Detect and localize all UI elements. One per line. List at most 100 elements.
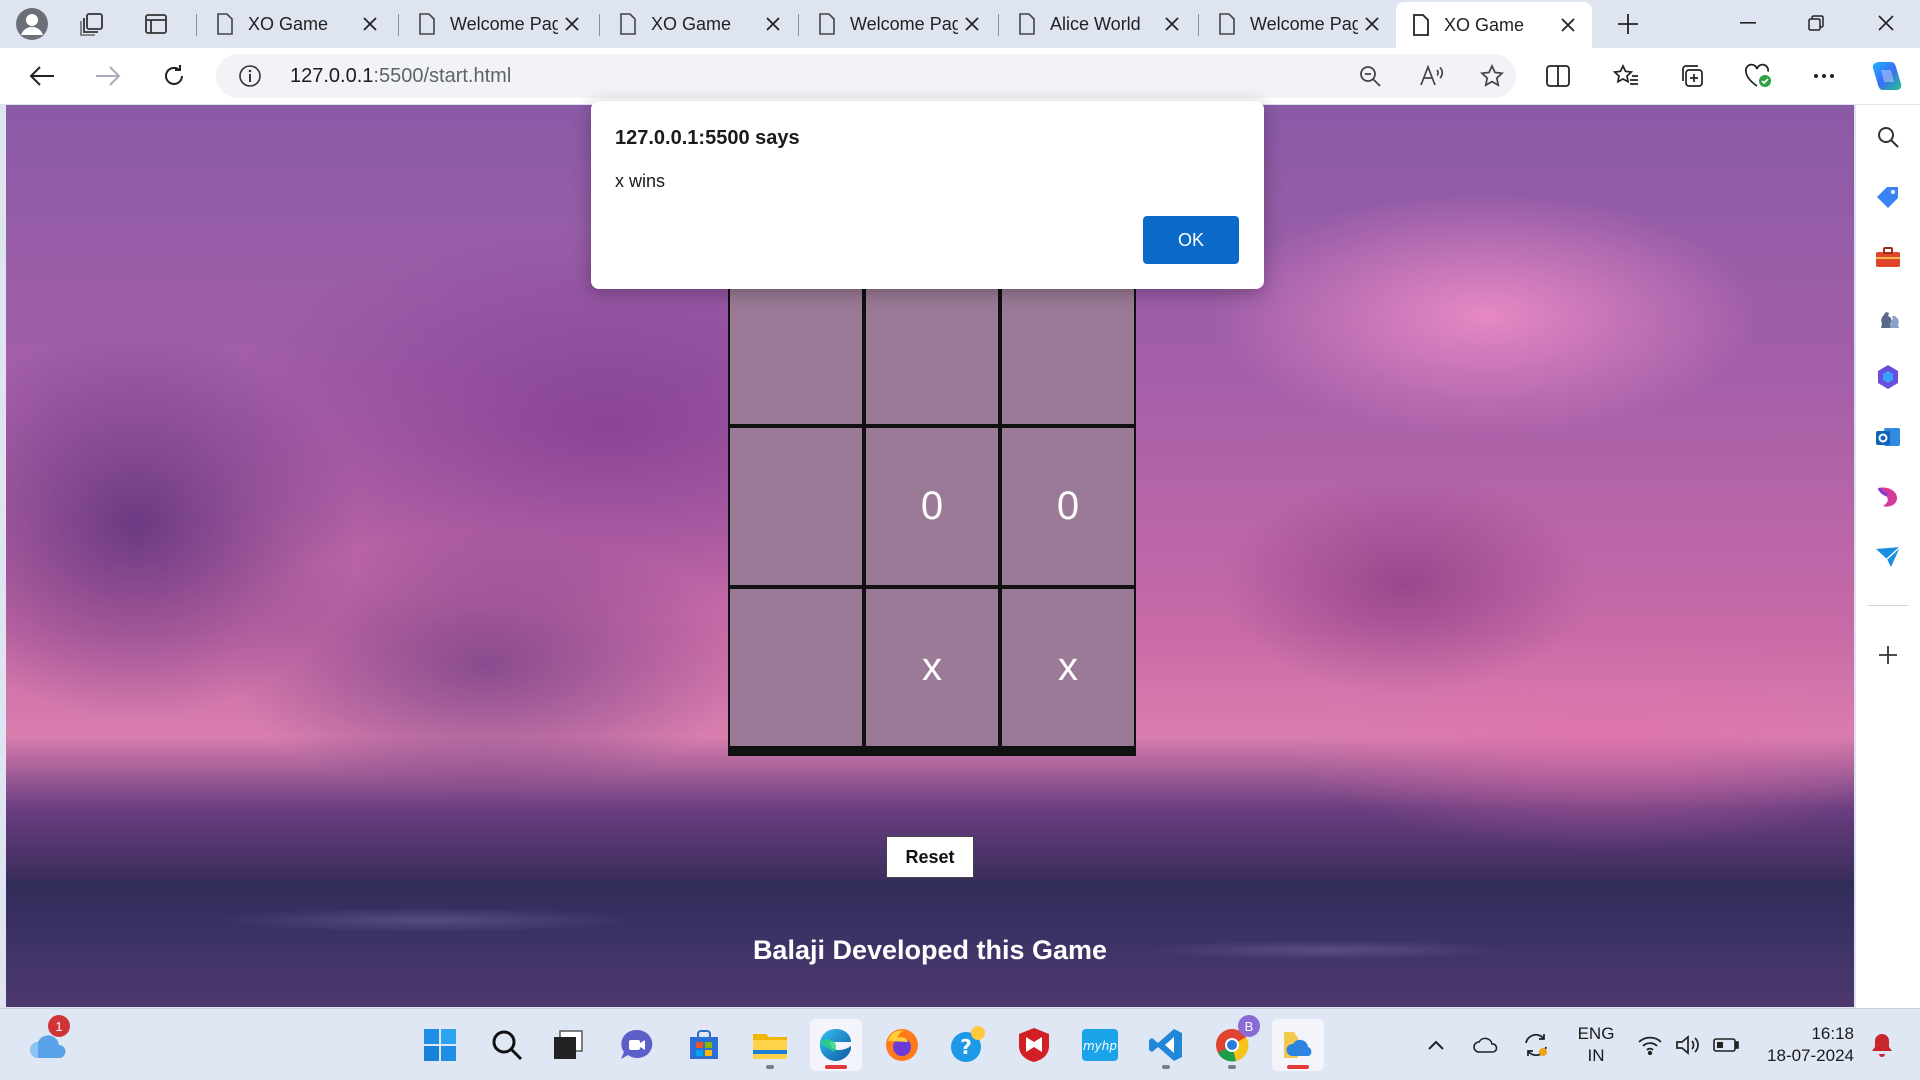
profile-icon[interactable] bbox=[14, 6, 50, 42]
xo-board: 0 0 x x bbox=[728, 265, 1136, 756]
wifi-icon[interactable] bbox=[1630, 1019, 1670, 1071]
workspaces-icon[interactable] bbox=[74, 6, 110, 42]
board-cell-7[interactable] bbox=[730, 589, 862, 746]
read-aloud-icon[interactable] bbox=[1416, 60, 1448, 92]
forward-icon[interactable] bbox=[88, 56, 128, 96]
tab-separator bbox=[599, 14, 600, 36]
sidebar-m365-icon[interactable] bbox=[1868, 357, 1908, 397]
tab-xo-game-active[interactable]: XO Game bbox=[1396, 2, 1592, 48]
taskbar: 1 ? myhp B ENG IN 16:18 18-07-2024 bbox=[0, 1008, 1920, 1080]
mcafee-icon[interactable] bbox=[1008, 1019, 1060, 1071]
tab-xo-game-1[interactable]: XO Game bbox=[200, 4, 394, 44]
edge-taskbar-icon[interactable] bbox=[810, 1019, 862, 1071]
close-tab-icon[interactable] bbox=[1358, 10, 1386, 38]
firefox-icon[interactable] bbox=[876, 1019, 928, 1071]
vscode-icon[interactable] bbox=[1140, 1019, 1192, 1071]
url-path: :5500/start.html bbox=[373, 65, 512, 87]
board-cell-4[interactable] bbox=[730, 428, 862, 585]
microsoft-store-icon[interactable] bbox=[678, 1019, 730, 1071]
favorite-star-icon[interactable] bbox=[1476, 60, 1508, 92]
favorites-icon[interactable] bbox=[1606, 56, 1646, 96]
board-cell-2[interactable] bbox=[866, 267, 998, 424]
tab-separator bbox=[798, 14, 799, 36]
taskbar-search-icon[interactable] bbox=[481, 1019, 533, 1071]
close-tab-icon[interactable] bbox=[1554, 11, 1582, 39]
file-explorer-icon[interactable] bbox=[744, 1019, 796, 1071]
input-language-indicator[interactable]: ENG IN bbox=[1572, 1023, 1620, 1067]
refresh-icon[interactable] bbox=[154, 56, 194, 96]
close-window-icon[interactable] bbox=[1852, 0, 1920, 46]
get-help-icon[interactable]: ? bbox=[942, 1019, 994, 1071]
tab-welcome-page-1[interactable]: Welcome Page bbox=[402, 4, 596, 44]
site-info-icon[interactable] bbox=[238, 64, 262, 88]
sidebar-games-icon[interactable] bbox=[1868, 297, 1908, 337]
volume-icon[interactable] bbox=[1668, 1019, 1708, 1071]
new-tab-icon[interactable] bbox=[1610, 6, 1646, 42]
tab-welcome-page-3[interactable]: Welcome Page bbox=[1202, 4, 1396, 44]
battery-icon[interactable] bbox=[1706, 1019, 1746, 1071]
clock[interactable]: 16:18 18-07-2024 bbox=[1756, 1023, 1854, 1067]
url-text[interactable]: 127.0.0.1:5500/start.html bbox=[290, 65, 511, 88]
close-tab-icon[interactable] bbox=[759, 10, 787, 38]
sidebar-separator bbox=[1868, 605, 1908, 606]
chrome-icon[interactable]: B bbox=[1206, 1015, 1260, 1071]
sidebar-outlook-icon[interactable] bbox=[1868, 417, 1908, 457]
sidebar-search-icon[interactable] bbox=[1868, 117, 1908, 157]
sidebar-add-icon[interactable] bbox=[1868, 635, 1908, 675]
url-host: 127.0.0.1 bbox=[290, 65, 374, 87]
active-indicator bbox=[825, 1065, 847, 1069]
clock-time: 16:18 bbox=[1811, 1024, 1854, 1043]
board-cell-8[interactable]: x bbox=[866, 589, 998, 746]
browser-essentials-icon[interactable] bbox=[1738, 56, 1778, 96]
copilot-icon[interactable] bbox=[1866, 56, 1906, 96]
sidebar-tools-icon[interactable] bbox=[1868, 237, 1908, 277]
split-screen-icon[interactable] bbox=[1538, 56, 1578, 96]
tab-title: Welcome Page bbox=[1250, 13, 1358, 34]
alert-ok-button[interactable]: OK bbox=[1143, 216, 1239, 264]
sync-tray-icon[interactable] bbox=[1516, 1019, 1556, 1071]
collections-icon[interactable] bbox=[1672, 56, 1712, 96]
task-view-icon[interactable] bbox=[542, 1019, 594, 1071]
zoom-out-icon[interactable] bbox=[1354, 60, 1386, 92]
tab-welcome-page-2[interactable]: Welcome Page bbox=[802, 4, 996, 44]
sidebar-send-icon[interactable] bbox=[1868, 537, 1908, 577]
browser-toolbar: 127.0.0.1:5500/start.html bbox=[0, 48, 1920, 104]
weather-widget-icon[interactable]: 1 bbox=[22, 1015, 74, 1071]
board-cell-6[interactable]: 0 bbox=[1002, 428, 1134, 585]
minimize-icon[interactable] bbox=[1714, 0, 1782, 46]
onedrive-tray-icon[interactable] bbox=[1466, 1019, 1506, 1071]
sidebar-shopping-tag-icon[interactable] bbox=[1868, 177, 1908, 217]
onedrive-app-icon[interactable] bbox=[1272, 1019, 1324, 1071]
board-cell-5[interactable]: 0 bbox=[866, 428, 998, 585]
close-tab-icon[interactable] bbox=[356, 10, 384, 38]
board-cell-3[interactable] bbox=[1002, 267, 1134, 424]
sidebar-designer-icon[interactable] bbox=[1868, 477, 1908, 517]
notification-bell-icon[interactable] bbox=[1862, 1019, 1902, 1071]
tab-xo-game-2[interactable]: XO Game bbox=[603, 4, 797, 44]
myhp-icon[interactable]: myhp bbox=[1074, 1019, 1126, 1071]
page-icon bbox=[1019, 13, 1035, 35]
edge-sidebar bbox=[1856, 105, 1920, 1008]
svg-text:?: ? bbox=[960, 1035, 972, 1059]
tab-actions-icon[interactable] bbox=[138, 6, 174, 42]
show-hidden-icons-chevron-icon[interactable] bbox=[1418, 1019, 1454, 1071]
back-icon[interactable] bbox=[22, 56, 62, 96]
start-button-icon[interactable] bbox=[414, 1019, 466, 1071]
svg-text:myhp: myhp bbox=[1083, 1039, 1117, 1053]
restore-icon[interactable] bbox=[1782, 0, 1850, 46]
address-bar[interactable]: 127.0.0.1:5500/start.html bbox=[216, 54, 1516, 98]
teams-chat-icon[interactable] bbox=[611, 1019, 663, 1071]
close-tab-icon[interactable] bbox=[1158, 10, 1186, 38]
close-tab-icon[interactable] bbox=[958, 10, 986, 38]
reset-button[interactable]: Reset bbox=[886, 836, 974, 878]
board-cell-9[interactable]: x bbox=[1002, 589, 1134, 746]
tab-title: Alice World bbox=[1050, 13, 1141, 34]
close-tab-icon[interactable] bbox=[558, 10, 586, 38]
tab-title: XO Game bbox=[1444, 14, 1525, 35]
more-options-icon[interactable] bbox=[1804, 56, 1844, 96]
tab-strip: XO Game Welcome Page XO Game Welcome Pag… bbox=[0, 0, 1920, 48]
board-cell-1[interactable] bbox=[730, 267, 862, 424]
tab-alice-world[interactable]: Alice World bbox=[1002, 4, 1196, 44]
language-code: ENG bbox=[1577, 1024, 1615, 1043]
tab-separator bbox=[398, 14, 399, 36]
